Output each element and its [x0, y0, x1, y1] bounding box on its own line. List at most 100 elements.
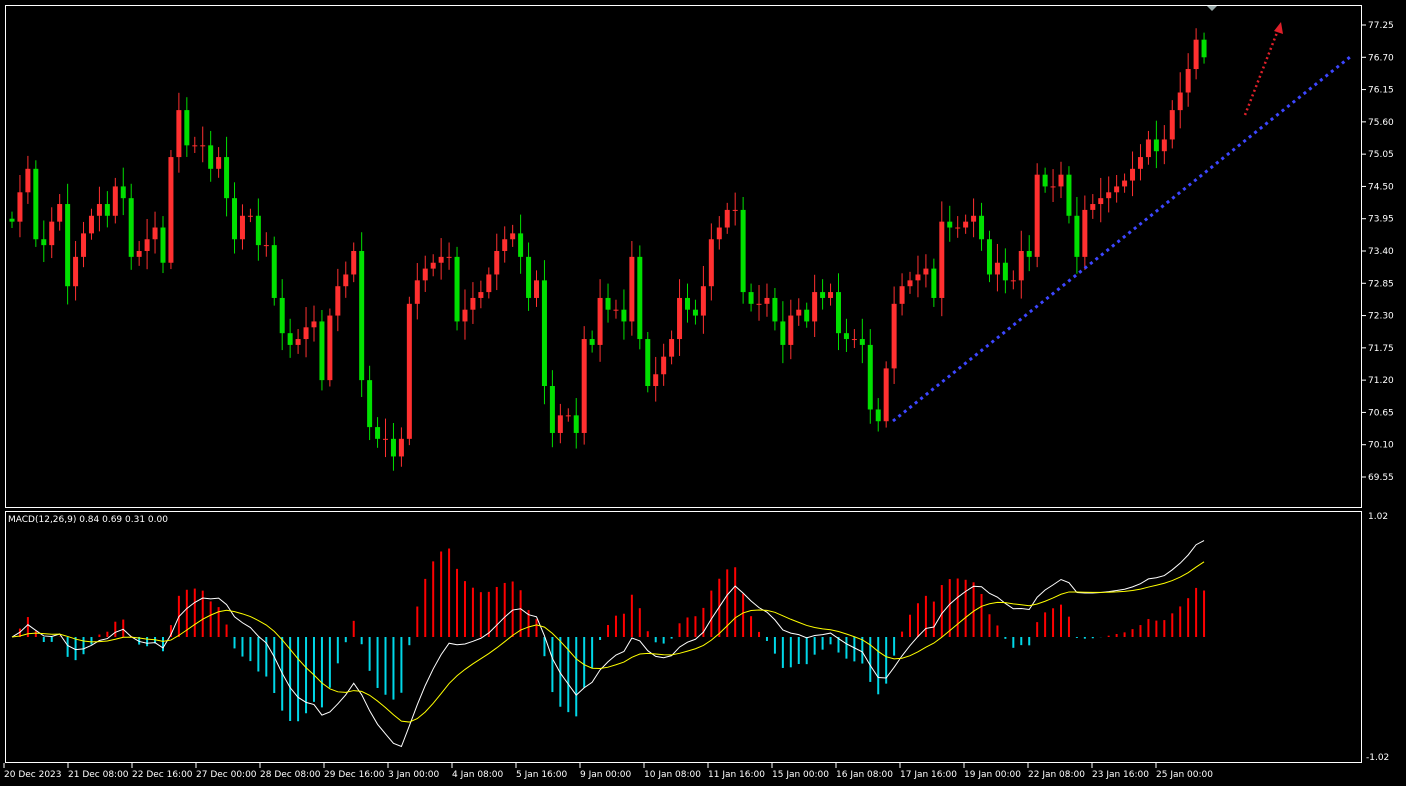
candle-body — [351, 250, 357, 275]
candle-body — [1130, 168, 1136, 181]
time-tick-label: 21 Dec 08:00 — [68, 770, 129, 780]
candle-body — [963, 221, 969, 228]
candle-body — [891, 303, 897, 369]
candle-body — [1122, 180, 1128, 187]
candle-body — [1106, 192, 1112, 199]
candle-body — [613, 309, 619, 311]
candle-body — [518, 233, 524, 257]
time-tick-label: 29 Dec 16:00 — [324, 770, 385, 780]
macd-axis-top: 1.02 — [1368, 512, 1388, 522]
candle-body — [462, 309, 468, 322]
time-tick-label: 9 Jan 00:00 — [580, 770, 632, 780]
candle-body — [319, 321, 325, 381]
candle-body — [247, 215, 253, 217]
candle-body — [724, 209, 730, 228]
candle-body — [1169, 110, 1175, 140]
candle-body — [17, 192, 23, 222]
candle-body — [343, 274, 349, 287]
candle-body — [1185, 69, 1191, 93]
candle-body — [41, 239, 47, 246]
arrow-head-icon — [1274, 22, 1283, 34]
time-tick-label: 5 Jan 16:00 — [516, 770, 568, 780]
candle-body — [820, 292, 826, 298]
candle-body — [494, 250, 500, 275]
candle-body — [979, 215, 985, 240]
candle-body — [311, 321, 317, 328]
candle-body — [25, 168, 31, 193]
price-tick-label: 75.05 — [1368, 150, 1394, 160]
price-tick-label: 71.75 — [1368, 344, 1394, 354]
candle-body — [851, 339, 857, 341]
candle-body — [653, 374, 659, 387]
time-tick-label: 22 Jan 08:00 — [1028, 770, 1085, 780]
candle-body — [287, 333, 293, 345]
candle-body — [796, 309, 802, 316]
trendline[interactable] — [892, 55, 1351, 423]
candle-body — [446, 256, 452, 258]
candle-body — [708, 239, 714, 287]
candle-body — [526, 256, 532, 298]
time-tick-label: 10 Jan 08:00 — [644, 770, 701, 780]
candle-body — [986, 239, 992, 275]
candle-body — [756, 303, 762, 305]
candle-body — [1050, 186, 1056, 188]
candle-body — [541, 280, 547, 387]
candle-body — [843, 333, 849, 340]
candle-body — [534, 280, 540, 298]
arrow-line[interactable] — [1243, 29, 1280, 116]
candle-body — [1002, 262, 1008, 281]
time-tick-label: 28 Dec 08:00 — [260, 770, 321, 780]
candle-body — [597, 297, 603, 345]
candle-body — [828, 292, 834, 298]
time-tick-label: 3 Jan 00:00 — [388, 770, 440, 780]
candle-body — [772, 297, 778, 322]
candle-body — [383, 438, 389, 440]
candle-body — [1090, 204, 1096, 210]
candle-body — [1066, 174, 1072, 216]
candle-body — [1145, 139, 1151, 158]
candle-body — [875, 409, 881, 422]
price-tick-label: 73.40 — [1368, 247, 1394, 257]
candle-body — [1114, 186, 1120, 193]
candle-body — [1153, 139, 1159, 152]
candle-body — [263, 245, 269, 247]
candle-body — [764, 297, 770, 304]
candle-body — [390, 438, 396, 457]
time-tick-label: 25 Jan 00:00 — [1156, 770, 1213, 780]
candle-body — [1177, 92, 1183, 111]
candle-body — [478, 292, 484, 298]
candle-body — [589, 339, 595, 345]
candle-body — [923, 268, 929, 275]
candle-body — [859, 339, 865, 345]
candle-body — [375, 427, 381, 439]
signal-line — [11, 561, 1205, 723]
time-tick-label: 4 Jan 08:00 — [452, 770, 504, 780]
candle-body — [486, 274, 492, 293]
shift-marker-icon[interactable] — [1207, 6, 1217, 11]
candle-body — [573, 415, 579, 433]
candles — [9, 28, 1207, 471]
time-tick-label: 17 Jan 16:00 — [900, 770, 957, 780]
macd-axis-bottom: -1.02 — [1366, 753, 1389, 763]
candle-body — [88, 215, 94, 234]
candle-body — [49, 221, 55, 246]
time-tick-label: 27 Dec 00:00 — [196, 770, 257, 780]
candle-body — [1098, 198, 1104, 205]
candle-body — [804, 309, 810, 322]
price-chart[interactable]: 77.25 76.70 76.15 75.60 75.05 74.50 73.95 73.40… — [0, 0, 1406, 786]
candle-body — [1137, 157, 1143, 169]
candle-body — [438, 256, 444, 263]
candle-body — [200, 145, 206, 147]
candle-body — [915, 274, 921, 281]
candle-body — [1018, 250, 1024, 281]
candle-body — [907, 280, 913, 287]
candle-body — [184, 110, 190, 146]
candle-body — [629, 256, 635, 322]
candle-body — [96, 204, 102, 216]
candle-body — [327, 315, 333, 381]
price-tick-label: 76.70 — [1368, 53, 1394, 63]
candle-body — [73, 256, 79, 287]
time-tick-label: 19 Jan 00:00 — [964, 770, 1021, 780]
price-tick-label: 75.60 — [1368, 118, 1394, 128]
candle-body — [57, 204, 63, 222]
